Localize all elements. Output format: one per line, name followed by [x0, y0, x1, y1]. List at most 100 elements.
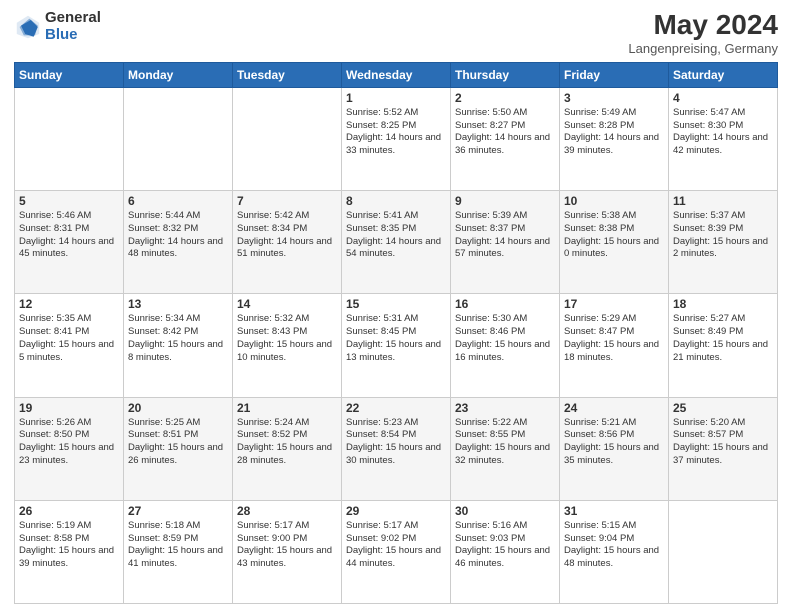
table-row: 13Sunrise: 5:34 AM Sunset: 8:42 PM Dayli…: [124, 294, 233, 397]
table-row: 19 Sunrise: 5:26 AM Sunset: 8:50 PM Dayli…: [15, 397, 124, 500]
week-row-0: 1Sunrise: 5:52 AM Sunset: 8:25 PM Daylig…: [15, 87, 778, 190]
table-row: 29 Sunrise: 5:17 AM Sunset: 9:02 PM Dayli…: [342, 500, 451, 603]
day-number: 3: [564, 91, 664, 105]
logo: General Blue: [14, 10, 101, 43]
table-row: [15, 87, 124, 190]
day-number: 9: [455, 194, 555, 208]
table-row: 4Sunrise: 5:47 AM Sunset: 8:30 PM Daylig…: [669, 87, 778, 190]
table-row: [669, 500, 778, 603]
week-row-2: 12 Sunrise: 5:35 AM Sunset: 8:41 PM Dayli…: [15, 294, 778, 397]
table-row: 24 Sunrise: 5:21 AM Sunset: 8:56 PM Dayli…: [560, 397, 669, 500]
day-number: 7: [237, 194, 337, 208]
day-info: Sunrise: 5:26 AM Sunset: 8:50 PM Dayligh…: [19, 417, 119, 468]
calendar-table: Sunday Monday Tuesday Wednesday Thursday…: [14, 62, 778, 604]
day-info: Sunrise: 5:41 AM Sunset: 8:35 PM Dayligh…: [346, 210, 446, 261]
table-row: 25Sunrise: 5:20 AM Sunset: 8:57 PM Dayli…: [669, 397, 778, 500]
day-number: 2: [455, 91, 555, 105]
logo-text: General Blue: [45, 10, 101, 43]
table-row: 31 Sunrise: 5:15 AM Sunset: 9:04 PM Dayli…: [560, 500, 669, 603]
day-info: Sunrise: 5:24 AM Sunset: 8:52 PM Dayligh…: [237, 417, 337, 468]
day-number: 21: [237, 401, 337, 415]
day-info: Sunrise: 5:19 AM Sunset: 8:58 PM Dayligh…: [19, 520, 119, 571]
day-info: Sunrise: 5:18 AM Sunset: 8:59 PM Dayligh…: [128, 520, 228, 571]
table-row: 17 Sunrise: 5:29 AM Sunset: 8:47 PM Dayli…: [560, 294, 669, 397]
header-tuesday: Tuesday: [233, 62, 342, 87]
day-number: 17: [564, 297, 664, 311]
table-row: 16 Sunrise: 5:30 AM Sunset: 8:46 PM Dayli…: [451, 294, 560, 397]
day-number: 12: [19, 297, 119, 311]
table-row: 12 Sunrise: 5:35 AM Sunset: 8:41 PM Dayli…: [15, 294, 124, 397]
day-number: 11: [673, 194, 773, 208]
table-row: 15Sunrise: 5:31 AM Sunset: 8:45 PM Dayli…: [342, 294, 451, 397]
day-number: 26: [19, 504, 119, 518]
day-number: 16: [455, 297, 555, 311]
day-info: Sunrise: 5:35 AM Sunset: 8:41 PM Dayligh…: [19, 313, 119, 364]
day-number: 22: [346, 401, 446, 415]
day-info: Sunrise: 5:16 AM Sunset: 9:03 PM Dayligh…: [455, 520, 555, 571]
day-number: 18: [673, 297, 773, 311]
header-wednesday: Wednesday: [342, 62, 451, 87]
table-row: 26 Sunrise: 5:19 AM Sunset: 8:58 PM Dayli…: [15, 500, 124, 603]
day-number: 19: [19, 401, 119, 415]
table-row: 30Sunrise: 5:16 AM Sunset: 9:03 PM Dayli…: [451, 500, 560, 603]
day-info: Sunrise: 5:25 AM Sunset: 8:51 PM Dayligh…: [128, 417, 228, 468]
day-number: 1: [346, 91, 446, 105]
table-row: 27Sunrise: 5:18 AM Sunset: 8:59 PM Dayli…: [124, 500, 233, 603]
day-number: 24: [564, 401, 664, 415]
day-info: Sunrise: 5:15 AM Sunset: 9:04 PM Dayligh…: [564, 520, 664, 571]
day-number: 25: [673, 401, 773, 415]
table-row: 11 Sunrise: 5:37 AM Sunset: 8:39 PM Dayli…: [669, 191, 778, 294]
table-row: 7 Sunrise: 5:42 AM Sunset: 8:34 PM Daylig…: [233, 191, 342, 294]
day-number: 29: [346, 504, 446, 518]
day-info: Sunrise: 5:34 AM Sunset: 8:42 PM Dayligh…: [128, 313, 228, 364]
weekday-header-row: Sunday Monday Tuesday Wednesday Thursday…: [15, 62, 778, 87]
page: General Blue May 2024 Langenpreising, Ge…: [0, 0, 792, 612]
day-info: Sunrise: 5:29 AM Sunset: 8:47 PM Dayligh…: [564, 313, 664, 364]
week-row-3: 19 Sunrise: 5:26 AM Sunset: 8:50 PM Dayli…: [15, 397, 778, 500]
day-info: Sunrise: 5:39 AM Sunset: 8:37 PM Dayligh…: [455, 210, 555, 261]
day-info: Sunrise: 5:21 AM Sunset: 8:56 PM Dayligh…: [564, 417, 664, 468]
header-friday: Friday: [560, 62, 669, 87]
day-info: Sunrise: 5:37 AM Sunset: 8:39 PM Dayligh…: [673, 210, 773, 261]
day-info: Sunrise: 5:31 AM Sunset: 8:45 PM Dayligh…: [346, 313, 446, 364]
table-row: 3 Sunrise: 5:49 AM Sunset: 8:28 PM Daylig…: [560, 87, 669, 190]
table-row: 1Sunrise: 5:52 AM Sunset: 8:25 PM Daylig…: [342, 87, 451, 190]
table-row: 9 Sunrise: 5:39 AM Sunset: 8:37 PM Daylig…: [451, 191, 560, 294]
day-number: 6: [128, 194, 228, 208]
table-row: [124, 87, 233, 190]
table-row: 23 Sunrise: 5:22 AM Sunset: 8:55 PM Dayli…: [451, 397, 560, 500]
table-row: 21 Sunrise: 5:24 AM Sunset: 8:52 PM Dayli…: [233, 397, 342, 500]
logo-blue-text: Blue: [45, 27, 101, 44]
day-info: Sunrise: 5:22 AM Sunset: 8:55 PM Dayligh…: [455, 417, 555, 468]
day-info: Sunrise: 5:49 AM Sunset: 8:28 PM Dayligh…: [564, 107, 664, 158]
day-info: Sunrise: 5:17 AM Sunset: 9:02 PM Dayligh…: [346, 520, 446, 571]
location-title: Langenpreising, Germany: [628, 41, 778, 56]
day-info: Sunrise: 5:42 AM Sunset: 8:34 PM Dayligh…: [237, 210, 337, 261]
day-info: Sunrise: 5:47 AM Sunset: 8:30 PM Dayligh…: [673, 107, 773, 158]
table-row: 6Sunrise: 5:44 AM Sunset: 8:32 PM Daylig…: [124, 191, 233, 294]
logo-icon: [14, 13, 42, 41]
day-number: 28: [237, 504, 337, 518]
day-number: 5: [19, 194, 119, 208]
month-title: May 2024: [628, 10, 778, 41]
table-row: 5Sunrise: 5:46 AM Sunset: 8:31 PM Daylig…: [15, 191, 124, 294]
day-info: Sunrise: 5:38 AM Sunset: 8:38 PM Dayligh…: [564, 210, 664, 261]
week-row-4: 26 Sunrise: 5:19 AM Sunset: 8:58 PM Dayli…: [15, 500, 778, 603]
day-number: 31: [564, 504, 664, 518]
logo-general-text: General: [45, 10, 101, 27]
header: General Blue May 2024 Langenpreising, Ge…: [14, 10, 778, 56]
day-number: 23: [455, 401, 555, 415]
table-row: 8Sunrise: 5:41 AM Sunset: 8:35 PM Daylig…: [342, 191, 451, 294]
day-number: 10: [564, 194, 664, 208]
table-row: 18 Sunrise: 5:27 AM Sunset: 8:49 PM Dayli…: [669, 294, 778, 397]
day-info: Sunrise: 5:50 AM Sunset: 8:27 PM Dayligh…: [455, 107, 555, 158]
table-row: 22 Sunrise: 5:23 AM Sunset: 8:54 PM Dayli…: [342, 397, 451, 500]
day-info: Sunrise: 5:23 AM Sunset: 8:54 PM Dayligh…: [346, 417, 446, 468]
header-sunday: Sunday: [15, 62, 124, 87]
day-info: Sunrise: 5:27 AM Sunset: 8:49 PM Dayligh…: [673, 313, 773, 364]
table-row: [233, 87, 342, 190]
table-row: 14Sunrise: 5:32 AM Sunset: 8:43 PM Dayli…: [233, 294, 342, 397]
table-row: 2 Sunrise: 5:50 AM Sunset: 8:27 PM Daylig…: [451, 87, 560, 190]
header-monday: Monday: [124, 62, 233, 87]
day-info: Sunrise: 5:30 AM Sunset: 8:46 PM Dayligh…: [455, 313, 555, 364]
